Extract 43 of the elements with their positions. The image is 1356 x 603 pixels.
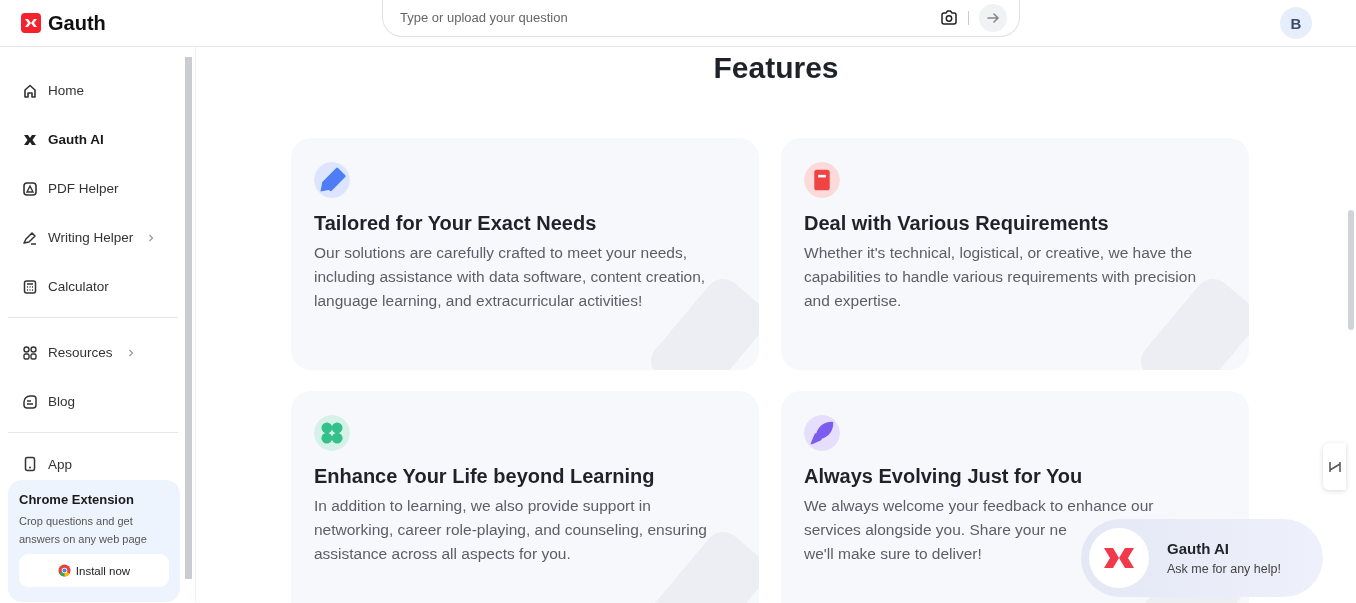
user-avatar[interactable]: B (1280, 7, 1312, 39)
card-description: Whether it's technical, logistical, or creative, we have the capabilities to handle various requirements with precision and expertise. (804, 243, 1197, 311)
card-title: Enhance Your Life beyond Learning (314, 465, 656, 488)
card-title: Tailored for Your Exact Needs (314, 212, 598, 235)
sidebar-item[interactable]: Home (8, 66, 178, 115)
section-title: Features (713, 51, 839, 85)
home-icon (22, 82, 38, 99)
sidebar-item[interactable]: Writing Helper (8, 213, 178, 262)
search-input[interactable]: Type or upload your question (398, 9, 930, 26)
pen-icon (22, 229, 38, 246)
card-title: Deal with Various Requirements (804, 212, 1110, 235)
assistant-chat-widget[interactable]: Gauth AI Ask me for any help! (1081, 519, 1323, 597)
browser-logo-icon (57, 564, 71, 577)
sidebar-item[interactable]: Blog (8, 377, 178, 426)
phone-icon (22, 456, 38, 472)
assistant-subtitle: Ask me for any help! (1167, 562, 1281, 576)
search-field[interactable]: Type or upload your question (382, 0, 1020, 37)
install-button[interactable]: Install now (19, 554, 169, 587)
promo-text: Crop questions and get answers on any web page (19, 514, 148, 547)
calculator-icon (22, 278, 38, 295)
card-description: we'll make sure to deliver! (804, 544, 982, 564)
sidebar-item[interactable]: Calculator (8, 262, 178, 311)
side-tab[interactable] (1323, 443, 1346, 490)
arrow-icon (986, 10, 1000, 25)
x-logo-icon (1102, 546, 1136, 570)
camera-icon[interactable] (940, 8, 958, 27)
logo-icon[interactable] (21, 13, 41, 33)
card-title: Always Evolving Just for You (804, 465, 1084, 488)
sidebar-item[interactable]: Gauth AI (8, 115, 178, 164)
pdf-icon (22, 180, 38, 197)
promo-title: Chrome Extension (19, 492, 135, 507)
grid-icon (22, 344, 38, 361)
scrollbar[interactable] (185, 57, 192, 579)
card-description: In addition to learning, we also provide support in networking, career role-playing, and counseling, ensuring assistance across all aspects for you. (314, 496, 708, 564)
assistant-title: Gauth AI (1167, 540, 1230, 557)
scrollbar[interactable] (1348, 210, 1354, 330)
card-description: Our solutions are carefully crafted to meet your needs, including assistance with data software, content creation, language learning, and extracurricular activities! (314, 243, 707, 311)
document-icon (22, 393, 38, 410)
logo-text[interactable]: Gauth (48, 11, 106, 35)
sidebar-item[interactable]: App (8, 447, 178, 481)
send-button[interactable] (979, 3, 1007, 32)
sidebar-item[interactable]: PDF Helper (8, 164, 178, 213)
sidebar-item[interactable]: Resources (8, 328, 178, 377)
